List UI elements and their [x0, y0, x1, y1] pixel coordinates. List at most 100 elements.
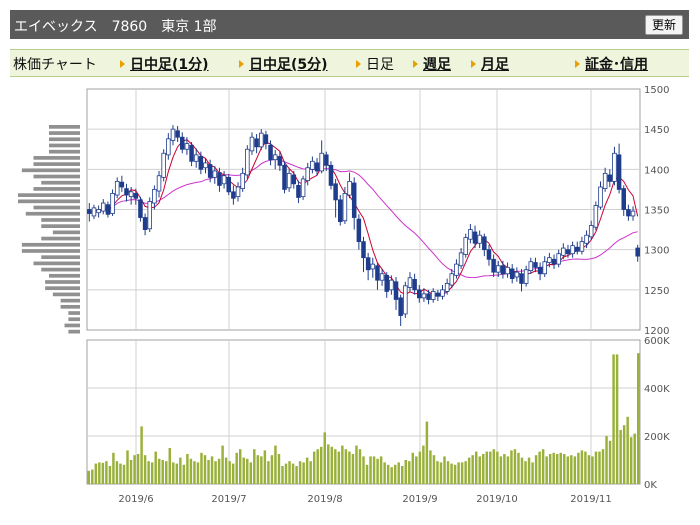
candle-body [570, 245, 575, 255]
candle-body [612, 152, 617, 182]
volume-bar [615, 354, 619, 484]
volume-profile-bar [45, 280, 80, 284]
volume-bar [598, 451, 601, 484]
volume-bar [376, 458, 379, 484]
volume-bar [154, 451, 157, 484]
volume-bar [355, 445, 358, 484]
volume-bar [182, 464, 186, 484]
candle-body [338, 199, 343, 222]
candle-body [361, 241, 366, 259]
volume-profile-bar [49, 125, 80, 129]
volume-bar [478, 456, 481, 484]
candle-body [602, 172, 608, 190]
volume-bar [327, 444, 330, 484]
volume-bar [570, 455, 573, 484]
price-tick-label: 1350 [644, 206, 669, 217]
volume-profile-bar [18, 199, 80, 204]
volume-bar [439, 462, 443, 484]
volume-bar [200, 452, 203, 484]
candle-body [477, 234, 482, 244]
candle-body [393, 281, 399, 300]
candle-body [444, 283, 450, 292]
candle-body [175, 130, 180, 138]
volume-profile-bar [49, 149, 80, 154]
volume-bar [126, 450, 129, 484]
price-tick-label: 1250 [644, 286, 669, 297]
volume-bar [309, 461, 312, 484]
volume-bar [348, 451, 351, 484]
volume-bar [566, 456, 570, 484]
volume-bar [330, 446, 334, 484]
volume-bar [217, 458, 221, 484]
volume-profile-bar [21, 168, 80, 173]
volume-profile-bar [60, 304, 80, 309]
candle-body [180, 136, 185, 150]
volume-bar [115, 461, 119, 484]
volume-bar [527, 457, 531, 484]
volume-profile-bar [33, 261, 80, 266]
candle-body [342, 193, 348, 222]
volume-bar [270, 455, 274, 484]
candle-body [370, 263, 376, 270]
volume-bar [415, 456, 418, 484]
price-tick-label: 1300 [644, 246, 669, 257]
candle-body [333, 183, 338, 201]
price-tick-label: 1500 [644, 85, 669, 96]
candle-body [449, 273, 455, 286]
candle-body [296, 184, 301, 198]
candle-body [542, 261, 547, 275]
volume-bar [224, 457, 228, 484]
candle-body [142, 217, 148, 230]
candle-body [198, 156, 204, 170]
candle-body [440, 289, 445, 297]
volume-profile-bar [33, 162, 80, 166]
volume-bar [112, 452, 115, 484]
candle-body [314, 162, 320, 172]
candle-body [496, 265, 501, 273]
volume-profile-bar [49, 143, 80, 148]
candle-body [87, 209, 92, 214]
volume-bar [249, 462, 253, 484]
volume-bar [168, 448, 172, 484]
candle-body [458, 252, 464, 267]
candle-body [426, 293, 431, 300]
candle-body [598, 186, 603, 208]
volume-bar [457, 462, 460, 484]
volume-bar [520, 457, 524, 484]
candle-body [328, 164, 334, 186]
volume-bar [633, 433, 636, 484]
volume-bar [499, 456, 503, 484]
volume-bar [482, 454, 485, 484]
candle-body [231, 191, 236, 199]
candle-body [128, 191, 134, 198]
volume-profile-bar [41, 267, 80, 272]
volume-bar [228, 461, 231, 484]
candle-body [519, 273, 524, 284]
volume-profile-bar [21, 242, 80, 247]
volume-bar [207, 460, 210, 484]
volume-bar [147, 461, 150, 484]
volume-bar [256, 455, 260, 484]
candle-body [547, 257, 552, 263]
volume-bar [408, 461, 411, 484]
candle-body [91, 207, 97, 217]
volume-bar [467, 457, 471, 484]
volume-bar [577, 452, 580, 484]
stock-chart: 1500145014001350130012501200600K400K200K… [18, 85, 670, 505]
candle-body [500, 265, 506, 275]
volume-bar [105, 461, 108, 484]
candle-body [621, 188, 626, 210]
volume-bar [401, 466, 404, 484]
candle-body [486, 249, 492, 260]
candle-body [403, 285, 408, 315]
candle-body [291, 174, 297, 185]
candle-body [384, 274, 389, 292]
volume-bar [453, 464, 457, 484]
candle-body [305, 167, 310, 181]
volume-bar [210, 456, 214, 484]
candle-body [217, 172, 222, 186]
volume-profile-bar [49, 137, 80, 142]
candle-body [565, 249, 571, 255]
price-tick-label: 1450 [644, 125, 669, 136]
candle-body [245, 148, 250, 176]
